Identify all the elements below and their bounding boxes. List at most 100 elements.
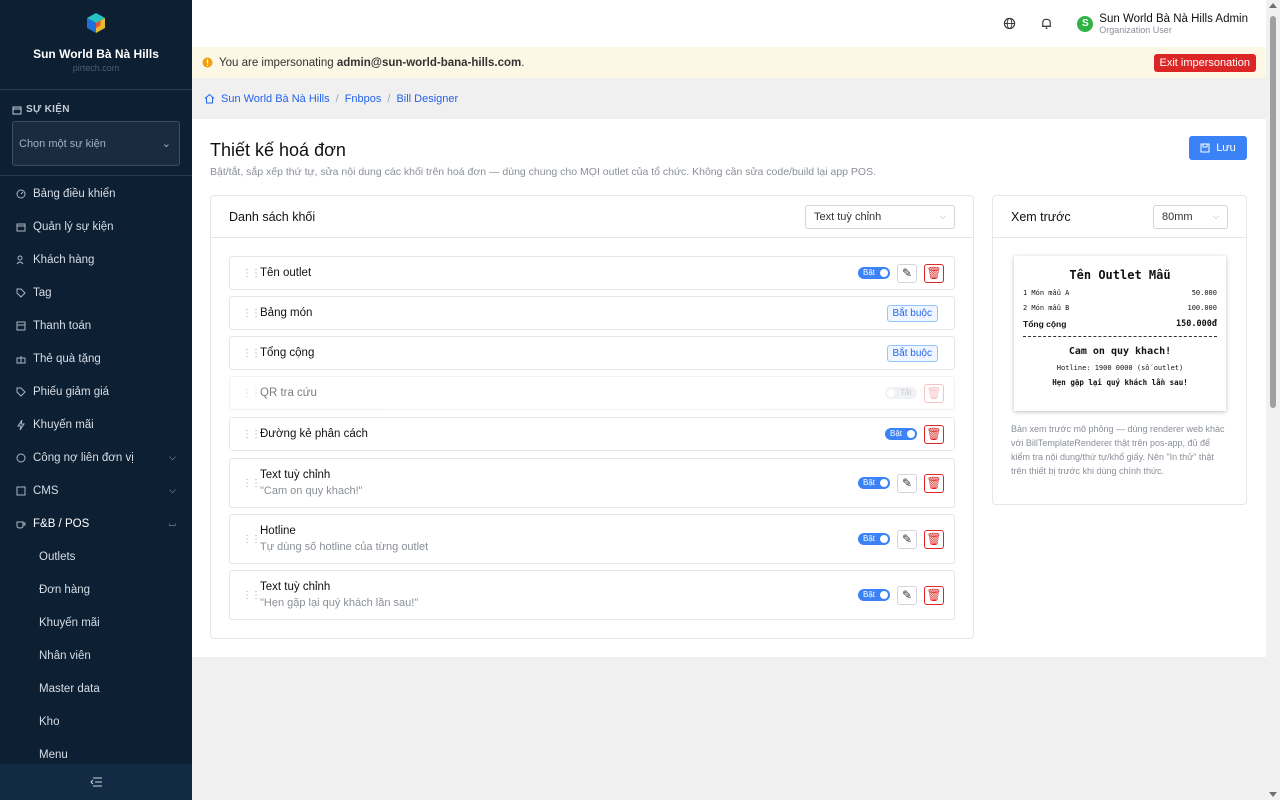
block-toggle[interactable]: Bật [858,477,890,489]
sidebar-item-payment[interactable]: Thanh toán [0,309,192,342]
paper-size-select[interactable]: 80mm ⌵ [1153,204,1228,229]
sidebar-item-dashboard[interactable]: Bảng điều khiển [0,177,192,210]
sidebar-subitem-label: Outlets [39,550,76,563]
sidebar-item-coupon[interactable]: Phiếu giảm giá [0,375,192,408]
sidebar-item-debt[interactable]: Công nợ liên đơn vị ⌵ [0,441,192,474]
breadcrumb-fnbpos[interactable]: Fnbpos [345,93,382,105]
delete-button[interactable]: 🗑 [924,263,944,283]
sidebar-subitem-warehouse[interactable]: Kho [0,705,192,738]
save-button[interactable]: Lưu [1189,136,1247,160]
pencil-icon: ✎ [901,266,913,280]
drag-handle-icon[interactable]: ⋮⋮ [242,308,261,319]
delete-button[interactable]: 🗑 [924,383,944,403]
required-badge: Bắt buộc [886,304,938,322]
edit-button[interactable]: ✎ [897,529,917,549]
payment-icon [16,321,26,330]
org-subtitle: pirtech.com [72,63,120,73]
block-toggle[interactable]: Bật [885,428,917,440]
sidebar-subitem-outlets[interactable]: Outlets [0,540,192,573]
breadcrumb-org[interactable]: Sun World Bà Nà Hills [221,93,330,105]
sidebar-item-tag[interactable]: Tag [0,276,192,309]
users-icon [16,255,24,264]
scrollbar-thumb[interactable] [1270,16,1276,408]
sidebar-collapse-button[interactable] [0,764,192,800]
sidebar-item-customers[interactable]: Khách hàng [0,243,192,276]
sidebar-item-events[interactable]: Quản lý sự kiện [0,210,192,243]
preview-note: Bản xem trước mô phỏng — dùng renderer w… [1011,424,1225,476]
edit-button[interactable]: ✎ [897,585,917,605]
block-item[interactable]: ⋮⋮ Text tuỳ chỉnh "Cam on quy khach!" Bật… [229,458,955,508]
add-block-select[interactable]: Text tuỳ chỉnh ⌵ [805,204,955,229]
block-item[interactable]: ⋮⋮ Tổng cộng Bắt buộc [229,336,955,370]
drag-handle-icon[interactable]: ⋮⋮ [242,478,261,489]
pencil-icon: ✎ [901,588,913,602]
sidebar-item-gift-card[interactable]: Thẻ quà tặng [0,342,192,375]
drag-handle-icon[interactable]: ⋮⋮ [242,268,261,279]
sidebar-item-label: F&B / POS [33,517,90,530]
sidebar-subitem-staff[interactable]: Nhân viên [0,639,192,672]
exit-impersonation-button[interactable]: Exit impersonation [1153,53,1256,72]
block-item[interactable]: ⋮⋮ Text tuỳ chỉnh "Hẹn gặp lại quý khách … [229,570,955,620]
globe-icon[interactable] [1003,17,1016,30]
sidebar-subitem-promotions[interactable]: Khuyến mãi [0,606,192,639]
breadcrumb: Sun World Bà Nà Hills / Fnbpos / Bill De… [192,78,1266,119]
drag-handle-icon[interactable]: ⋮⋮ [242,534,261,545]
sidebar-subitem-master-data[interactable]: Master data [0,672,192,705]
sidebar-item-cms[interactable]: CMS ⌵ [0,474,192,507]
add-block-select-value: Text tuỳ chỉnh [814,210,882,223]
chevron-down-icon: ⌵ [169,485,176,495]
lightning-icon [17,419,25,430]
sidebar-item-promotion[interactable]: Khuyến mãi [0,408,192,441]
block-item[interactable]: ⋮⋮ QR tra cứu Tắt 🗑 [229,376,955,410]
scroll-up-arrow-icon[interactable] [1269,3,1277,8]
blocks-card-header: Danh sách khối Text tuỳ chỉnh ⌵ [211,196,973,238]
page-scrollbar[interactable] [1266,0,1280,800]
block-toggle[interactable]: Bật [858,533,890,545]
dashboard-icon [16,189,26,198]
delete-button[interactable]: 🗑 [924,585,944,605]
sidebar-item-label: Tag [33,286,52,299]
edit-button[interactable]: ✎ [897,473,917,493]
block-item[interactable]: ⋮⋮ Đường kẻ phân cách Bật 🗑 [229,417,955,451]
event-section-text: SỰ KIỆN [26,104,70,115]
topbar: S Sun World Bà Nà Hills Admin Organizati… [192,0,1266,47]
sidebar-subitem-label: Đơn hàng [39,583,91,596]
block-item[interactable]: ⋮⋮ Bảng món Bắt buộc [229,296,955,330]
sidebar-item-label: Khách hàng [33,253,95,266]
delete-button[interactable]: 🗑 [924,529,944,549]
sidebar-item-label: Quản lý sự kiện [33,220,114,233]
edit-button[interactable]: ✎ [897,263,917,283]
breadcrumb-bill-designer[interactable]: Bill Designer [396,93,458,105]
block-toggle[interactable]: Bật [858,589,890,601]
event-select[interactable]: Chọn một sự kiện ⌄ [12,121,180,166]
drag-handle-icon[interactable]: ⋮⋮ [242,590,261,601]
sidebar-item-label: Công nợ liên đơn vị [33,451,134,464]
block-item[interactable]: ⋮⋮ Hotline Tự dùng số hotline của từng ou… [229,514,955,564]
drag-handle-icon[interactable]: ⋮⋮ [242,429,261,440]
delete-button[interactable]: 🗑 [924,424,944,444]
user-name: Sun World Bà Nà Hills Admin [1099,12,1248,25]
drag-handle-icon[interactable]: ⋮⋮ [242,388,261,399]
receipt-line-price: 100.000 [1187,304,1217,312]
block-name: Tổng cộng [260,347,315,359]
block-toggle[interactable]: Bật [858,267,890,279]
calendar-icon [12,106,22,114]
calendar-icon [16,223,26,231]
receipt-farewell: Hẹn gặp lại quý khách lần sau! [1052,378,1188,387]
block-item[interactable]: ⋮⋮ Tên outlet Bật ✎ 🗑 [229,256,955,290]
sidebar-subitem-label: Menu [39,748,68,761]
impersonation-text: You are impersonating admin@sun-world-ba… [219,57,524,69]
sidebar-item-fnb-pos[interactable]: F&B / POS ⌴ [0,507,192,540]
receipt-line-item: 2 Món mẫu B [1023,304,1070,312]
scroll-down-arrow-icon[interactable] [1269,792,1277,797]
block-toggle[interactable]: Tắt [885,387,917,399]
sidebar-subitem-orders[interactable]: Đơn hàng [0,573,192,606]
receipt-preview: Tên Outlet Mẫu 1 Món mẫu A 50.000 2 Món m… [1014,256,1226,411]
delete-button[interactable]: 🗑 [924,473,944,493]
save-icon [1200,143,1210,153]
bell-icon[interactable] [1040,17,1053,30]
drag-handle-icon[interactable]: ⋮⋮ [242,348,261,359]
receipt-total-label: Tổng cộng [1023,319,1067,329]
chevron-down-icon: ⌄ [161,138,171,150]
user-menu[interactable]: S Sun World Bà Nà Hills Admin Organizati… [1077,13,1248,35]
